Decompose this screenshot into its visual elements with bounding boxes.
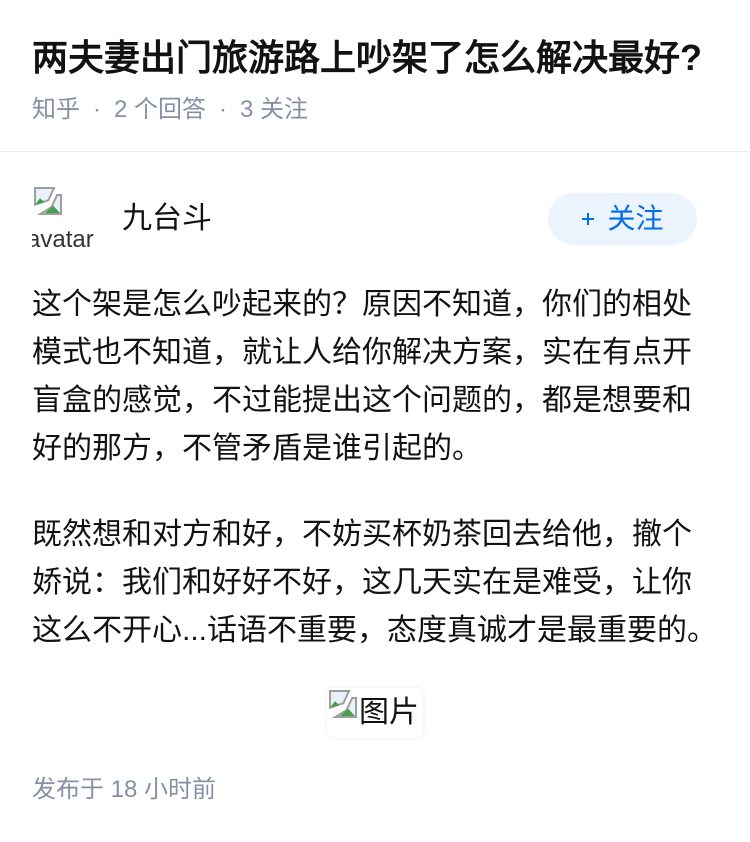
answer-count-link[interactable]: 2 个回答 [114, 93, 206, 127]
meta-separator: · [219, 96, 228, 123]
author-row: avatar 九台斗 关注 [32, 185, 718, 253]
avatar-alt-text: avatar [32, 226, 94, 253]
answer-figure: 图片 [0, 688, 750, 738]
answer-paragraph: 这个架是怎么吵起来的？原因不知道，你们的相处模式也不知道，就让人给你解决方案，实… [32, 288, 692, 465]
divider [0, 151, 750, 152]
question-header: 两夫妻出门旅游路上吵架了怎么解决最好? 知乎 · 2 个回答 · 3 关注 [0, 0, 750, 127]
broken-image-icon [327, 688, 359, 720]
meta-separator: · [93, 96, 101, 123]
image-alt-text: 图片 [359, 696, 419, 729]
answer-card: avatar 九台斗 关注 这个架是怎么吵起来的？原因不知道，你们的相处模式也不… [0, 185, 750, 807]
answer-content: 这个架是怎么吵起来的？原因不知道，你们的相处模式也不知道，就让人给你解决方案，实… [32, 281, 720, 655]
question-title[interactable]: 两夫妻出门旅游路上吵架了怎么解决最好? [32, 33, 718, 83]
follow-button[interactable]: 关注 [548, 193, 697, 245]
answer-image[interactable]: 图片 [327, 688, 423, 738]
publish-time: 发布于 18 小时前 [32, 776, 217, 803]
avatar[interactable]: avatar [32, 185, 100, 253]
answer-page: 两夫妻出门旅游路上吵架了怎么解决最好? 知乎 · 2 个回答 · 3 关注 av… [0, 0, 750, 842]
follower-count: 3 关注 [240, 96, 309, 123]
follow-button-label: 关注 [607, 203, 664, 234]
source-link[interactable]: 知乎 [32, 93, 80, 127]
plus-icon [581, 212, 595, 226]
author-name[interactable]: 九台斗 [122, 199, 548, 239]
broken-image-icon [32, 185, 64, 217]
answer-paragraph: 既然想和对方和好，不妨买杯奶茶回去给他，撤个娇说：我们和好好不好，这几天实在是难… [32, 518, 718, 647]
question-meta: 知乎 · 2 个回答 · 3 关注 [32, 93, 718, 127]
